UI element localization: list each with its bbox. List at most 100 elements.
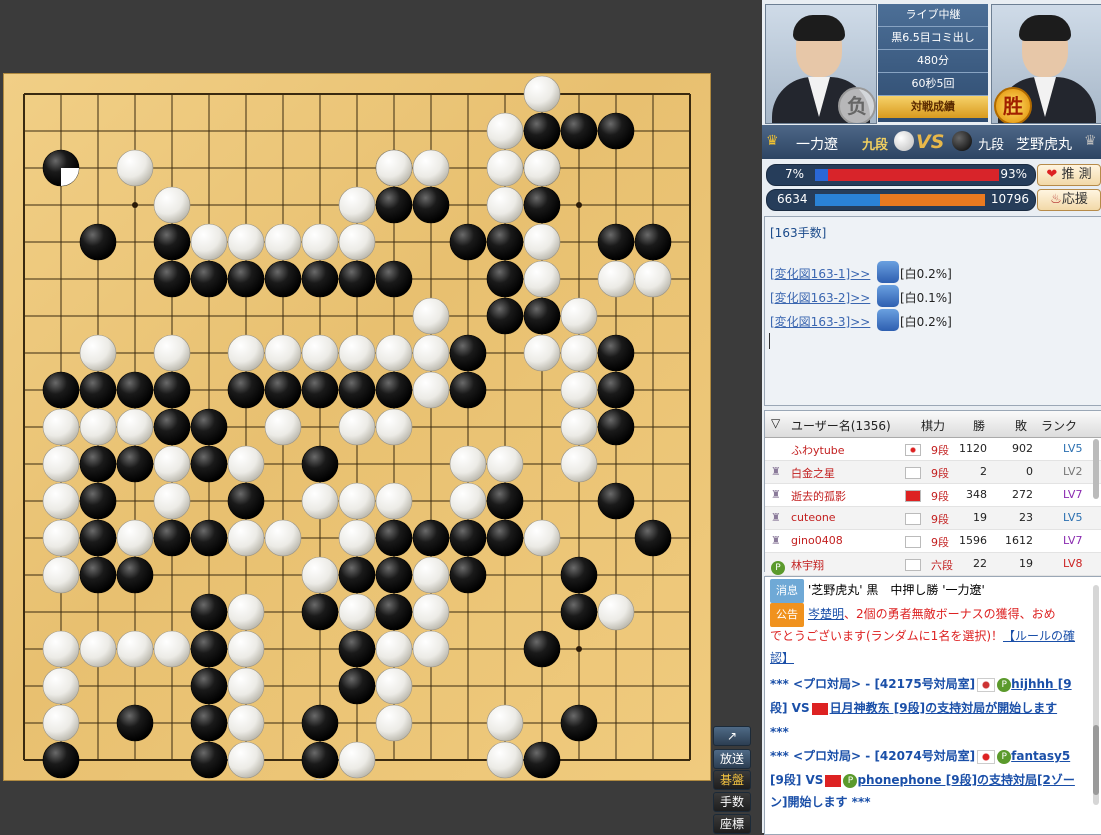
white-stone [375, 334, 413, 372]
variation-icon-3[interactable] [877, 309, 899, 331]
p-icon: P [997, 749, 1012, 764]
black-stone [634, 223, 672, 261]
predict-button[interactable]: ❤ 推 測 [1037, 164, 1101, 186]
support-bar: 6634 10796 [766, 189, 1036, 211]
user-row[interactable]: ♜ gino0408 9段 1596 1612 LV7 [765, 530, 1101, 553]
white-stone [153, 630, 191, 668]
chat-line-pro-2b: [9段] VS Pphonephone [9段]の支持対局[2ゾー [770, 769, 1083, 791]
col-win[interactable]: 勝 [973, 417, 985, 434]
white-stone [412, 334, 450, 372]
black-stone [190, 408, 228, 446]
black-stone [227, 260, 265, 298]
user-status-icon: ♜ [771, 465, 781, 478]
hoshi-point [576, 202, 582, 208]
broadcast-button[interactable]: 放送 [713, 749, 751, 769]
white-stone [486, 445, 524, 483]
user-name[interactable]: 白金之星 [791, 465, 835, 481]
chat-scroll-thumb[interactable] [1093, 725, 1099, 795]
black-stone [42, 741, 80, 779]
coordinates-button[interactable]: 座標 [713, 814, 751, 834]
player-fantasy5[interactable]: fantasy5 [1011, 749, 1070, 763]
white-stone [412, 556, 450, 594]
notice-text-2: でとうございます(ランダムに1名を選択)！ [770, 629, 1003, 643]
variation-icon-1[interactable] [877, 261, 899, 283]
white-stone [486, 741, 524, 779]
cheer-button[interactable]: ♨応援 [1037, 189, 1101, 211]
user-wins: 19 [973, 511, 987, 524]
p-icon: P [997, 677, 1012, 692]
board-grid[interactable] [4, 74, 710, 780]
user-flag-icon [905, 536, 921, 548]
cheer-label: 応援 [1061, 192, 1088, 207]
black-stone [338, 260, 376, 298]
user-level: LV7 [1063, 534, 1083, 547]
white-stone [227, 445, 265, 483]
white-stone [227, 704, 265, 742]
black-player-name[interactable]: 芝野虎丸 [1016, 134, 1072, 154]
user-wins: 348 [966, 488, 987, 501]
black-stone [264, 371, 302, 409]
user-flag-icon [905, 467, 921, 479]
chat-scrollbar[interactable] [1093, 585, 1099, 805]
black-stone [375, 519, 413, 557]
hoshi-point [576, 646, 582, 652]
user-row[interactable]: ふわytube 9段 1120 902 LV5 [765, 438, 1101, 461]
user-row[interactable]: ♜ 白金之星 9段 2 0 LV2 [765, 461, 1101, 484]
head-to-head-button[interactable]: 対戦成績 [878, 96, 988, 118]
col-name[interactable]: ユーザー名(1356) [791, 417, 891, 434]
white-stone-icon [894, 131, 914, 151]
variation-icon-2[interactable] [877, 285, 899, 307]
black-stone [449, 223, 487, 261]
black-stone [190, 741, 228, 779]
move-count-label: [163手数] [770, 226, 827, 240]
white-stone [227, 519, 265, 557]
user-name[interactable]: gino0408 [791, 534, 843, 547]
user-list-scrollbar[interactable] [1093, 439, 1099, 499]
user-row[interactable]: ♜ 逝去的孤影 9段 348 272 LV7 [765, 484, 1101, 507]
black-stone [560, 556, 598, 594]
user-level: LV2 [1063, 465, 1083, 478]
crown-icon: ♛ [1084, 133, 1097, 149]
user-name[interactable]: cuteone [791, 511, 836, 524]
notice-user[interactable]: 岑楚明 [808, 607, 844, 621]
black-stone [597, 482, 635, 520]
start-text: ン]開始します *** [770, 795, 871, 809]
white-stone [227, 630, 265, 668]
user-name[interactable]: 林宇翔 [791, 557, 824, 573]
col-rank[interactable]: 棋力 [921, 417, 945, 434]
white-stone [486, 186, 524, 224]
variation-link-1[interactable]: [変化図163-1]>> [770, 265, 870, 282]
player-hijhhh[interactable]: hijhhh [9 [1011, 677, 1071, 691]
white-player-name[interactable]: 一力遼 [796, 134, 838, 154]
user-name[interactable]: ふわytube [791, 442, 845, 458]
user-rank: 9段 [931, 536, 949, 549]
player-phonephone[interactable]: phonephone [9段]の支持対局[2ゾー [857, 773, 1074, 787]
black-stone [79, 556, 117, 594]
user-row[interactable]: P 林宇翔 六段 22 19 LV8 [765, 553, 1101, 576]
user-row[interactable]: ♜ cuteone 9段 19 23 LV5 [765, 507, 1101, 530]
white-stone [338, 408, 376, 446]
col-level[interactable]: ランク [1041, 417, 1077, 434]
variation-link-3[interactable]: [変化図163-3]>> [770, 313, 870, 330]
player-riyue[interactable]: 日月神教东 [9段]の支持対局が開始します [830, 701, 1058, 715]
text-cursor [769, 333, 770, 349]
chat-line-pro-1c: *** [770, 721, 1083, 743]
share-button[interactable]: ↗ [713, 726, 751, 746]
black-stone [116, 371, 154, 409]
black-stone [375, 593, 413, 631]
board-button[interactable]: 碁盤 [713, 770, 751, 790]
sort-icon[interactable]: ▽ [771, 416, 780, 430]
go-board[interactable] [3, 73, 711, 781]
pro-match-1-text[interactable]: *** <プロ対局> - [42175号対局室] [770, 677, 975, 691]
col-loss[interactable]: 敗 [1015, 417, 1027, 434]
move-number-button[interactable]: 手数 [713, 792, 751, 812]
white-stone [560, 445, 598, 483]
black-stone [486, 260, 524, 298]
black-support-fill [880, 194, 985, 206]
pro-match-2-text[interactable]: *** <プロ対局> - [42074号対局室] [770, 749, 975, 763]
black-stone [79, 482, 117, 520]
variation-link-2[interactable]: [変化図163-2]>> [770, 289, 870, 306]
user-name[interactable]: 逝去的孤影 [791, 488, 846, 504]
white-stone [153, 445, 191, 483]
loss-badge: 负 [838, 87, 876, 123]
